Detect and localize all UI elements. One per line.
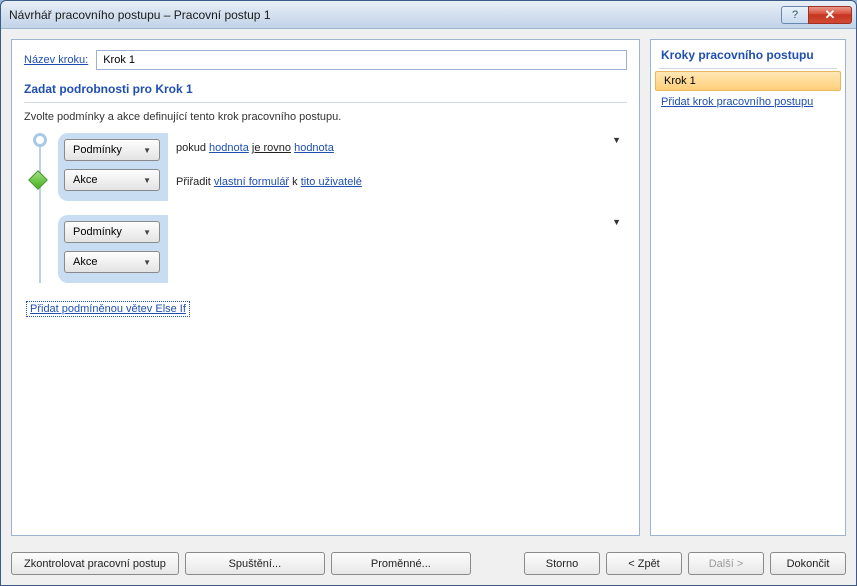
- chevron-down-icon[interactable]: ▼: [612, 217, 621, 227]
- client-area: Název kroku: Zadat podrobnosti pro Krok …: [1, 29, 856, 585]
- instructions-text: Zvolte podmínky a akce definující tento …: [24, 111, 627, 123]
- caret-down-icon: ▼: [143, 176, 151, 185]
- condition-line: pokud hodnota je rovno hodnota: [176, 142, 619, 158]
- caret-down-icon: ▼: [143, 228, 151, 237]
- next-button: Další >: [688, 552, 764, 575]
- act-prefix: Přiřadit: [176, 176, 211, 188]
- step-name-input[interactable]: [96, 50, 627, 70]
- act-mid: k: [292, 176, 298, 188]
- action-line: Přiřadit vlastní formulář k tito uživate…: [176, 176, 619, 192]
- conditions-dropdown-label: Podmínky: [73, 226, 122, 238]
- branch-2-content: ▼: [168, 215, 627, 283]
- timeline-line: [39, 141, 41, 283]
- conditions-dropdown[interactable]: Podmínky ▼: [64, 221, 160, 243]
- condition-operator[interactable]: je rovno: [252, 142, 291, 154]
- branch-2: Podmínky ▼ Akce ▼ ▼: [58, 215, 627, 283]
- branch-2-buttons: Podmínky ▼ Akce ▼: [64, 221, 160, 277]
- workflow-designer-window: Návrhář pracovního postupu – Pracovní po…: [0, 0, 857, 586]
- cond-prefix: pokud: [176, 142, 206, 154]
- divider: [659, 68, 837, 69]
- step-item-selected[interactable]: Krok 1: [655, 71, 841, 91]
- section-heading: Zadat podrobnosti pro Krok 1: [24, 82, 627, 96]
- steps-heading: Kroky pracovního postupu: [651, 48, 845, 68]
- condition-value-1-link[interactable]: hodnota: [209, 142, 249, 154]
- caret-down-icon: ▼: [143, 258, 151, 267]
- timeline-start-node: [33, 133, 47, 147]
- content-row: Název kroku: Zadat podrobnosti pro Krok …: [1, 29, 856, 546]
- branch-1-buttons: Podmínky ▼ Akce ▼: [64, 139, 160, 195]
- branch-1-content: ▼ pokud hodnota je rovno hodnota Přiřadi…: [168, 133, 627, 201]
- bottom-button-bar: Zkontrolovat pracovní postup Spuštění...…: [1, 546, 856, 585]
- action-line-empty: [176, 258, 619, 274]
- step-detail-panel: Název kroku: Zadat podrobnosti pro Krok …: [11, 39, 640, 536]
- branch-1: Podmínky ▼ Akce ▼ ▼ pokud: [58, 133, 627, 201]
- window-title: Návrhář pracovního postupu – Pracovní po…: [9, 8, 782, 22]
- help-button[interactable]: ?: [781, 6, 809, 24]
- cancel-button[interactable]: Storno: [524, 552, 600, 575]
- divider: [24, 102, 627, 103]
- caret-down-icon: ▼: [143, 146, 151, 155]
- window-controls: ? ✕: [782, 6, 852, 24]
- condition-line-empty: [176, 224, 619, 240]
- workflow-timeline: Podmínky ▼ Akce ▼ ▼ pokud: [24, 133, 627, 283]
- action-form-link[interactable]: vlastní formulář: [214, 176, 289, 188]
- variables-button[interactable]: Proměnné...: [331, 552, 471, 575]
- back-button[interactable]: < Zpět: [606, 552, 682, 575]
- finish-button[interactable]: Dokončit: [770, 552, 846, 575]
- titlebar: Návrhář pracovního postupu – Pracovní po…: [1, 1, 856, 29]
- actions-dropdown[interactable]: Akce ▼: [64, 251, 160, 273]
- chevron-down-icon[interactable]: ▼: [612, 135, 621, 145]
- add-else-if-link[interactable]: Přidat podmíněnou větev Else If: [26, 301, 190, 317]
- condition-value-2-link[interactable]: hodnota: [294, 142, 334, 154]
- add-step-link[interactable]: Přidat krok pracovního postupu: [661, 96, 813, 108]
- step-name-label: Název kroku:: [24, 54, 88, 66]
- spacer: [477, 552, 518, 575]
- actions-dropdown-label: Akce: [73, 256, 97, 268]
- actions-dropdown-label: Akce: [73, 174, 97, 186]
- action-users-link[interactable]: tito uživatelé: [301, 176, 362, 188]
- conditions-dropdown-label: Podmínky: [73, 144, 122, 156]
- close-button[interactable]: ✕: [808, 6, 852, 24]
- step-name-row: Název kroku:: [24, 50, 627, 70]
- check-workflow-button[interactable]: Zkontrolovat pracovní postup: [11, 552, 179, 575]
- actions-dropdown[interactable]: Akce ▼: [64, 169, 160, 191]
- run-button[interactable]: Spuštění...: [185, 552, 325, 575]
- steps-panel: Kroky pracovního postupu Krok 1 Přidat k…: [650, 39, 846, 536]
- conditions-dropdown[interactable]: Podmínky ▼: [64, 139, 160, 161]
- add-step-row: Přidat krok pracovního postupu: [651, 91, 845, 113]
- timeline-condition-node: [28, 170, 48, 190]
